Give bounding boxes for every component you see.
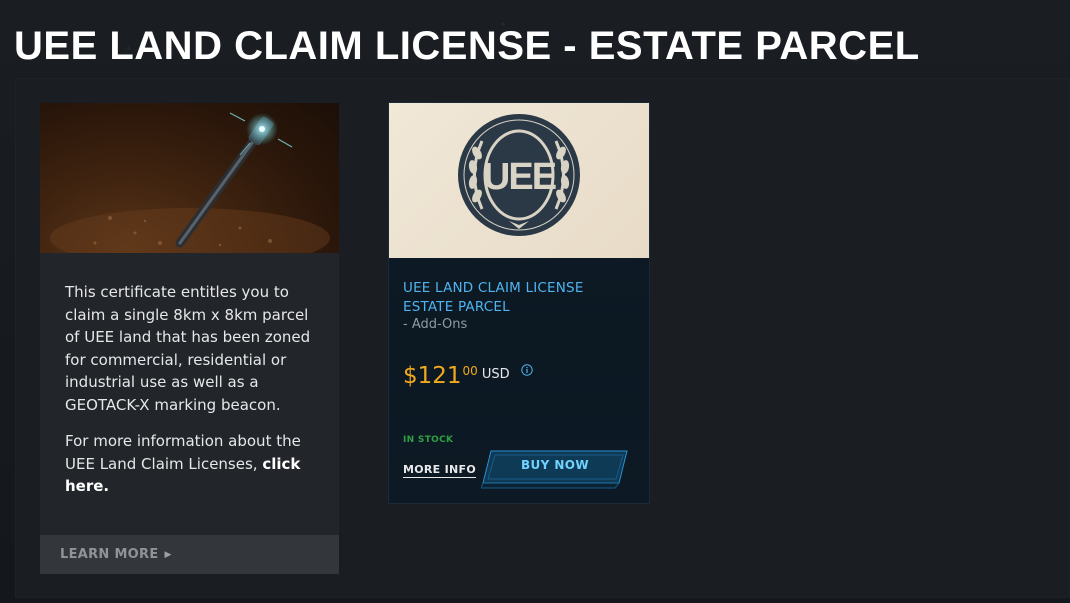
buy-now-label: BUY NOW — [520, 458, 590, 472]
info-circle-icon[interactable] — [521, 364, 533, 376]
learn-more-label: LEARN MORE — [60, 547, 159, 562]
uee-logo-image[interactable]: UEE — [389, 103, 649, 258]
buy-now-button[interactable]: BUY NOW — [481, 447, 629, 489]
product-category: - Add-Ons — [403, 317, 468, 332]
learn-more-button[interactable]: LEARN MORE ▶ — [40, 535, 339, 574]
product-card[interactable]: UEE UEE LAND CLAIM LICENSE ESTATE PARCEL… — [389, 103, 649, 503]
beacon-image — [40, 103, 339, 253]
description-text: This certificate entitles you to claim a… — [65, 283, 311, 414]
price-main: $121 — [403, 363, 462, 389]
info-card: This certificate entitles you to claim a… — [40, 103, 339, 574]
product-name[interactable]: UEE LAND CLAIM LICENSE ESTATE PARCEL — [403, 279, 633, 317]
product-name-line2: ESTATE PARCEL — [403, 299, 510, 315]
page-title: UEE LAND CLAIM LICENSE - ESTATE PARCEL — [14, 24, 920, 68]
chevron-right-icon: ▶ — [164, 549, 172, 560]
logo-text: UEE — [483, 156, 556, 198]
stock-status: IN STOCK — [403, 435, 454, 445]
price: $121 00 USD — [403, 361, 510, 391]
more-info-text: For more information about the UEE Land … — [65, 430, 315, 498]
more-info-link[interactable]: MORE INFO — [403, 463, 476, 478]
product-name-line1: UEE LAND CLAIM LICENSE — [403, 280, 584, 296]
price-currency: USD — [481, 367, 510, 382]
price-cents: 00 — [462, 364, 478, 378]
